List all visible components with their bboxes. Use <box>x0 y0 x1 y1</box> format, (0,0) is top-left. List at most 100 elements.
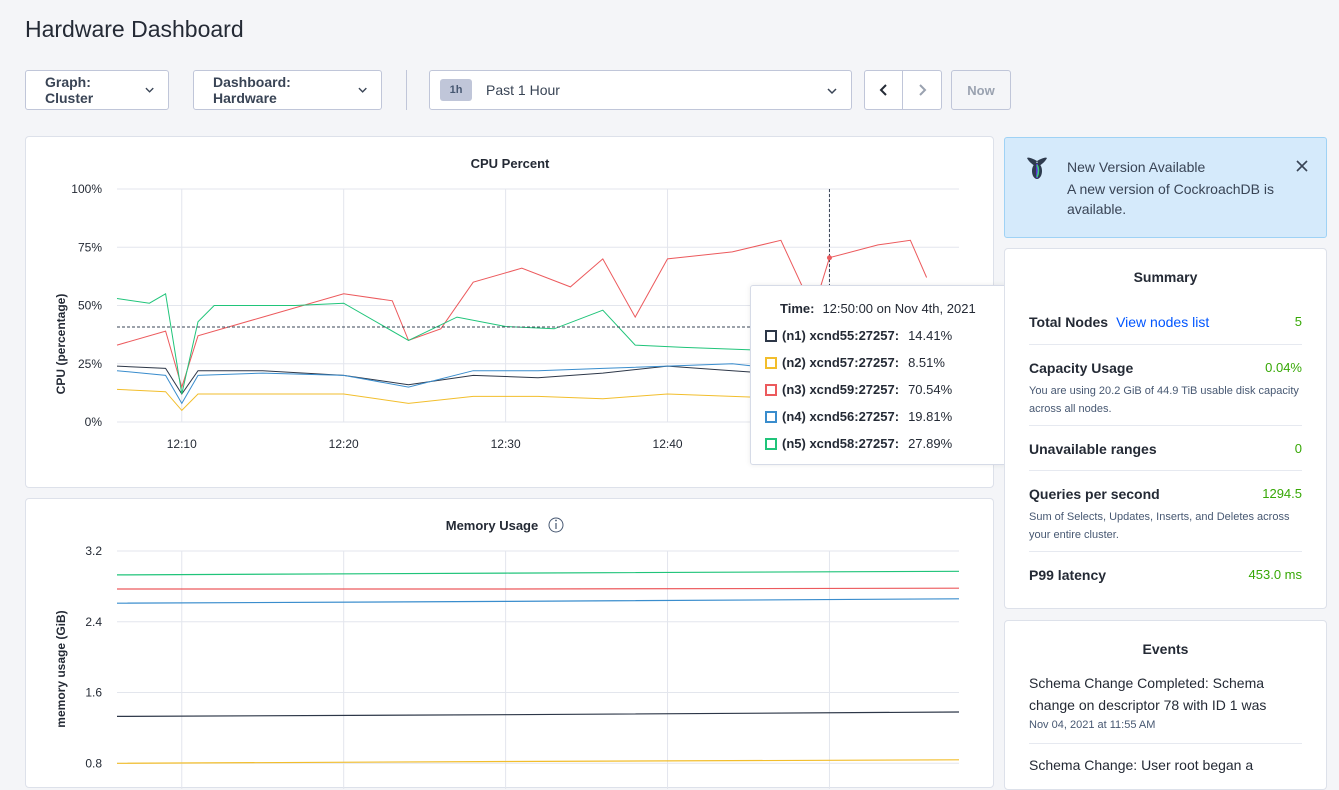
summary-divider <box>1029 470 1302 471</box>
capacity-description: You are using 20.2 GiB of 44.9 TiB usabl… <box>1029 385 1299 415</box>
next-range-button[interactable] <box>903 70 942 110</box>
now-button[interactable]: Now <box>951 70 1011 110</box>
info-icon[interactable] <box>548 517 564 533</box>
y-tick-label: 2.4 <box>85 615 102 629</box>
y-tick-label: 0.8 <box>85 756 102 770</box>
summary-p99: P99 latency 453.0 ms <box>1029 567 1302 585</box>
summary-total-nodes: Total Nodes View nodes list 5 <box>1029 314 1302 332</box>
series-swatch <box>765 437 777 450</box>
events-title: Events <box>1142 641 1189 657</box>
summary-title: Summary <box>1133 269 1198 285</box>
total-nodes-label: Total Nodes <box>1029 314 1109 330</box>
chart-tooltip: Time: 12:50:00 on Nov 4th, 2021 (n1) xcnd… <box>750 285 1008 465</box>
tooltip-series-value: 19.81% <box>908 409 953 424</box>
view-nodes-link[interactable]: View nodes list <box>1116 314 1209 330</box>
unavailable-value: 0 <box>1294 441 1302 456</box>
time-range-label: Past 1 Hour <box>486 82 560 98</box>
tooltip-row: (n3) xcnd59:27257: 70.54% <box>765 382 952 397</box>
chevron-down-icon <box>358 87 367 93</box>
y-tick-label: 0% <box>85 415 103 429</box>
memory-series-line <box>116 598 960 604</box>
unavailable-label: Unavailable ranges <box>1029 441 1157 457</box>
memory-chart-title: Memory Usage <box>446 518 538 533</box>
memory-series-line <box>116 570 960 576</box>
time-range-select[interactable]: 1h Past 1 Hour <box>429 70 852 110</box>
dashboard-select[interactable]: Dashboard: Hardware <box>193 70 382 110</box>
event-item-date: Nov 04, 2021 at 11:55 AM <box>1029 719 1156 731</box>
memory-chart: Memory Usage memory usage (GiB) 3.2 2.4 1.… <box>54 517 960 789</box>
summary-qps: Queries per second 1294.5 Sum of Selects… <box>1029 486 1302 544</box>
hover-point <box>826 255 832 261</box>
x-tick-label: 12:40 <box>653 437 683 451</box>
series-swatch <box>765 410 777 423</box>
x-tick-label: 12:10 <box>167 437 197 451</box>
total-nodes-value: 5 <box>1294 314 1302 329</box>
memory-series-line <box>117 587 960 590</box>
toolbar-divider <box>406 70 407 110</box>
tooltip-series-name: (n4) xcnd56:27257: <box>782 409 900 424</box>
tooltip-row: (n4) xcnd56:27257: 19.81% <box>765 409 952 424</box>
x-tick-label: 12:30 <box>491 437 521 451</box>
chevron-left-icon <box>879 84 887 96</box>
tooltip-series-value: 27.89% <box>908 436 953 451</box>
page-title: Hardware Dashboard <box>25 16 244 42</box>
event-item-text[interactable]: Schema Change Completed: Schema change o… <box>1029 672 1269 716</box>
memory-series-line <box>116 711 960 717</box>
series-swatch <box>765 383 777 396</box>
close-icon[interactable] <box>1296 160 1308 172</box>
x-tick-label: 12:20 <box>329 437 359 451</box>
events-divider <box>1029 743 1302 744</box>
summary-divider <box>1029 425 1302 426</box>
summary-panel: Summary Total Nodes View nodes list 5 Cap… <box>1004 248 1327 609</box>
y-tick-label: 75% <box>78 240 102 254</box>
qps-description: Sum of Selects, Updates, Inserts, and De… <box>1029 511 1290 541</box>
tooltip-series-value: 14.41% <box>908 328 953 343</box>
tooltip-series-value: 70.54% <box>908 382 953 397</box>
y-tick-label: 1.6 <box>85 686 102 700</box>
dashboard-select-label: Dashboard: Hardware <box>213 74 291 106</box>
series-swatch <box>765 356 777 369</box>
tooltip-row: (n5) xcnd58:27257: 27.89% <box>765 436 952 451</box>
qps-label: Queries per second <box>1029 486 1160 502</box>
tooltip-series-name: (n3) xcnd59:27257: <box>782 382 900 397</box>
graph-select[interactable]: Graph: Cluster <box>25 70 169 110</box>
cpu-chart-title: CPU Percent <box>471 156 550 171</box>
tooltip-series-name: (n1) xcnd55:27257: <box>782 328 900 343</box>
previous-range-button[interactable] <box>864 70 903 110</box>
cockroach-logo-icon <box>1027 157 1047 179</box>
chevron-right-icon <box>919 84 927 96</box>
tooltip-series-name: (n5) xcnd58:27257: <box>782 436 900 451</box>
qps-value: 1294.5 <box>1262 486 1302 501</box>
p99-value: 453.0 ms <box>1248 567 1302 582</box>
notice-title: New Version Available <box>1067 159 1206 175</box>
tooltip-time-value: 12:50:00 on Nov 4th, 2021 <box>822 301 976 316</box>
chevron-down-icon <box>145 87 154 93</box>
tooltip-series-value: 8.51% <box>908 355 945 370</box>
summary-unavailable: Unavailable ranges 0 <box>1029 441 1302 459</box>
notice-body: A new version of CockroachDB is availabl… <box>1067 181 1274 217</box>
y-tick-label: 50% <box>78 299 102 313</box>
memory-chart-panel: Memory Usage memory usage (GiB) 3.2 2.4 1.… <box>25 498 994 789</box>
event-item-text[interactable]: Schema Change: User root began a <box>1029 754 1269 776</box>
events-panel: Events Schema Change Completed: Schema c… <box>1004 620 1327 790</box>
memory-y-axis-label: memory usage (GiB) <box>54 610 68 727</box>
memory-series-line <box>116 759 960 764</box>
summary-divider <box>1029 344 1302 345</box>
capacity-value: 0.04% <box>1265 360 1302 375</box>
chevron-down-icon <box>827 88 837 95</box>
y-tick-label: 3.2 <box>85 544 102 558</box>
series-swatch <box>765 329 777 342</box>
time-range-badge: 1h <box>440 79 472 101</box>
capacity-label: Capacity Usage <box>1029 360 1134 376</box>
tooltip-row: (n1) xcnd55:27257: 14.41% <box>765 328 952 343</box>
tooltip-row: (n2) xcnd57:27257: 8.51% <box>765 355 945 370</box>
tooltip-time-label: Time: <box>780 301 815 316</box>
tooltip-series-name: (n2) xcnd57:27257: <box>782 355 900 370</box>
new-version-notice: New Version Available A new version of C… <box>1004 137 1327 238</box>
y-tick-label: 25% <box>78 357 102 371</box>
summary-capacity: Capacity Usage 0.04% You are using 20.2 … <box>1029 360 1302 418</box>
p99-label: P99 latency <box>1029 567 1107 583</box>
tooltip-time: Time: 12:50:00 on Nov 4th, 2021 <box>780 301 976 316</box>
graph-select-label: Graph: Cluster <box>45 74 94 106</box>
y-tick-label: 100% <box>71 182 102 196</box>
